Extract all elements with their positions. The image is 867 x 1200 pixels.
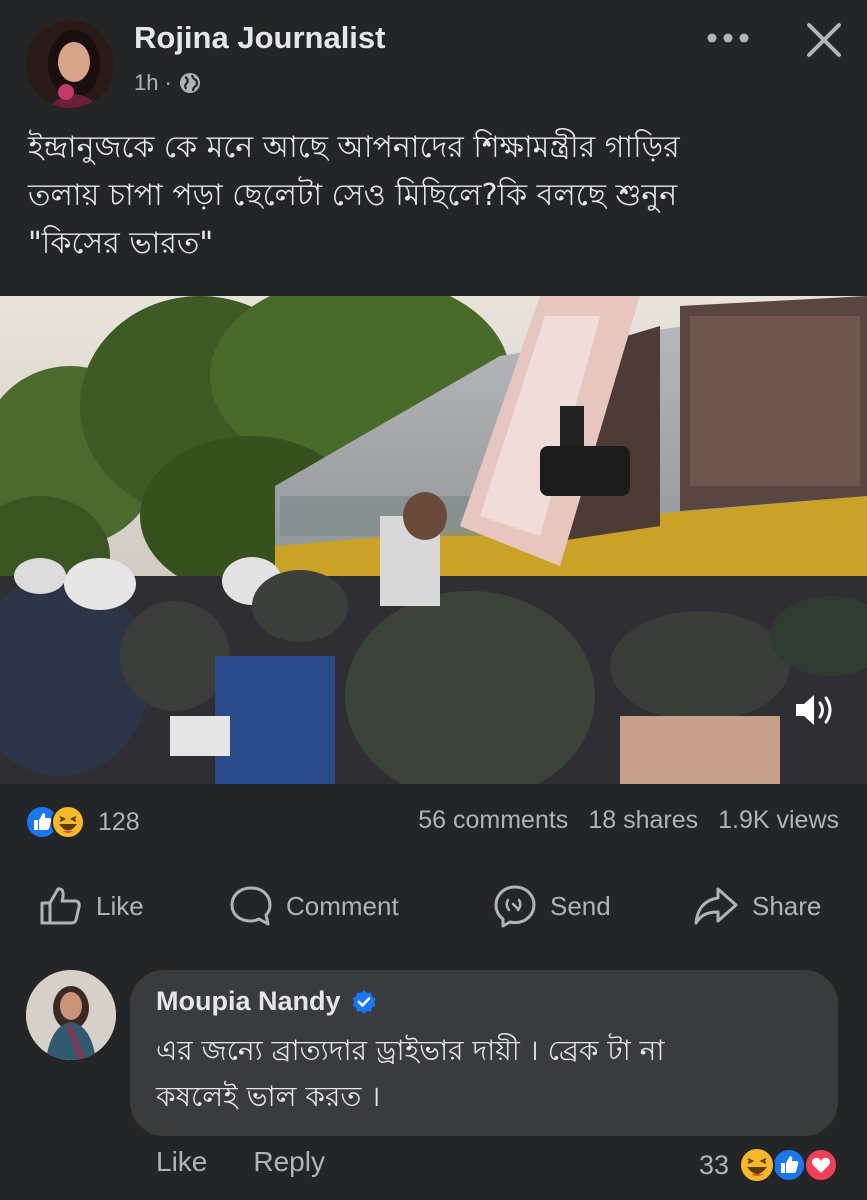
views-count: 1.9K views — [718, 806, 839, 834]
author-name[interactable]: Rojina Journalist — [134, 20, 385, 56]
comment-actions: Like Reply — [156, 1146, 325, 1178]
shares-count[interactable]: 18 shares — [588, 806, 698, 835]
post-header: Rojina Journalist 1h · — [0, 0, 867, 112]
commenter-name[interactable]: Moupia Nandy — [156, 986, 341, 1017]
video-frame — [0, 296, 867, 784]
haha-reaction-icon — [739, 1147, 775, 1183]
comment-button[interactable]: Comment — [228, 876, 399, 936]
comment-text: এর জন্যে ব্রাত্যদার ড্রাইভার দায়ী । ব্র… — [156, 1034, 665, 1113]
share-label: Share — [752, 890, 822, 921]
close-button[interactable] — [796, 12, 852, 68]
comment-bubble-icon — [230, 886, 272, 926]
post-stats: 128 56 comments 18 shares 1.9K views — [0, 800, 867, 844]
author-avatar[interactable] — [26, 20, 114, 108]
reaction-summary[interactable]: 128 — [24, 804, 140, 840]
close-icon — [807, 23, 841, 57]
comment-reply-link[interactable]: Reply — [253, 1146, 325, 1178]
engagement-counts: 56 comments 18 shares 1.9K views — [418, 806, 839, 835]
share-button[interactable]: Share — [692, 876, 821, 936]
haha-reaction-icon — [51, 805, 85, 839]
verified-badge-icon — [352, 989, 376, 1014]
send-button[interactable]: Send — [492, 876, 611, 936]
meta-separator: · — [164, 70, 172, 95]
comment-like-link[interactable]: Like — [156, 1146, 207, 1178]
video-player[interactable] — [0, 296, 867, 784]
comment-label: Comment — [286, 890, 399, 921]
comments-count[interactable]: 56 comments — [418, 806, 568, 835]
messenger-icon — [494, 885, 536, 928]
commenter-name-row: Moupia Nandy — [156, 986, 377, 1017]
reaction-icons — [25, 805, 85, 839]
post-action-bar: Like Comment Send Share — [0, 876, 867, 936]
like-button[interactable]: Like — [38, 876, 144, 936]
more-options-button[interactable] — [700, 20, 756, 56]
globe-icon[interactable] — [178, 71, 202, 95]
volume-button[interactable] — [792, 688, 842, 732]
comment-bubble: Moupia Nandy এর জন্যে ব্রাত্যদার ড্রাইভা… — [130, 970, 838, 1136]
comment-reaction-summary[interactable]: 33 — [699, 1146, 841, 1184]
like-label: Like — [96, 890, 144, 921]
reaction-count: 128 — [98, 807, 140, 836]
thumbs-up-icon — [40, 887, 81, 925]
commenter-avatar[interactable] — [26, 970, 116, 1060]
post-text: ইন্দ্রানুজকে কে মনে আছে আপনাদের শিক্ষামন… — [28, 130, 680, 261]
volume-icon — [796, 695, 832, 725]
post-time[interactable]: 1h — [134, 70, 158, 96]
send-label: Send — [550, 890, 611, 921]
more-dots-icon — [707, 33, 749, 43]
comment-reaction-icons — [739, 1147, 838, 1183]
post-meta: 1h · — [134, 70, 202, 96]
comment-reaction-count: 33 — [698, 1149, 729, 1180]
share-arrow-icon — [694, 887, 738, 925]
